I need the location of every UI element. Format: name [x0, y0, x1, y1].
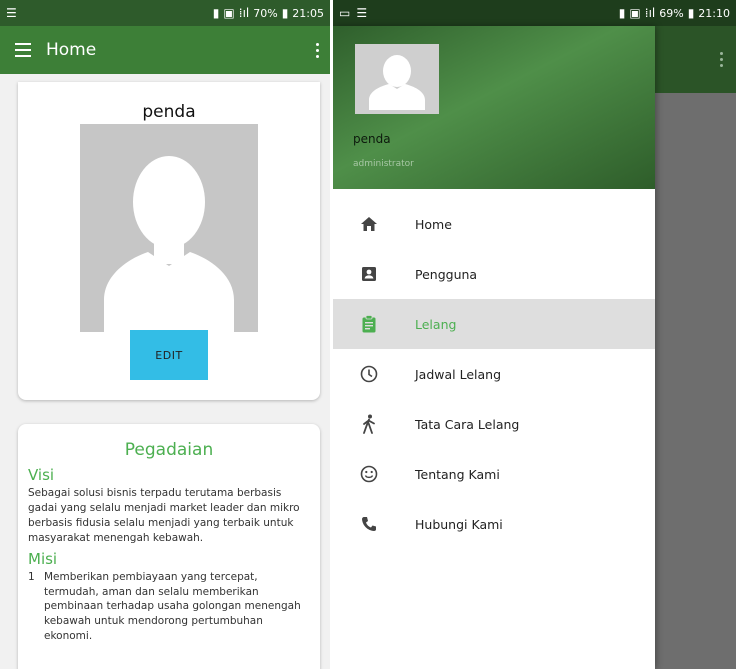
walking-person-icon: [333, 414, 405, 434]
notification-list-icon: ☰: [356, 6, 368, 20]
status-time: 21:10: [698, 6, 730, 20]
phone-icon: [333, 516, 405, 532]
visi-text: Sebagai solusi bisnis terpadu terutama b…: [28, 487, 300, 544]
menu-item-label: Hubungi Kami: [415, 516, 503, 532]
menu-item-label: Home: [415, 216, 452, 232]
avatar-placeholder-icon: [80, 124, 258, 332]
misi-list-item: 1 Memberikan pembiayaan yang tercepat, t…: [28, 570, 310, 645]
drawer-avatar-icon: [355, 44, 439, 114]
more-options-icon[interactable]: [716, 26, 726, 93]
profile-card: penda EDIT: [18, 82, 320, 400]
sim-icon: ▮: [212, 6, 220, 20]
screenshot-notification-icon: ▭: [339, 6, 351, 20]
notification-list-icon: ☰: [6, 6, 17, 20]
battery-percent: 70%: [253, 6, 278, 20]
status-bar: ☰ ▮ ▣ ⁞ıl 70% ▮ 21:05: [0, 0, 330, 26]
signal-icon: ⁞ıl: [644, 6, 656, 20]
navigation-drawer: penda administrator Home Pengguna Lelang…: [333, 26, 655, 669]
menu-item-pengguna[interactable]: Pengguna: [333, 249, 655, 299]
menu-item-hubungi-kami[interactable]: Hubungi Kami: [333, 499, 655, 549]
menu-item-tata-cara-lelang[interactable]: Tata Cara Lelang: [333, 399, 655, 449]
app-bar: Home: [0, 26, 330, 74]
menu-hamburger-icon[interactable]: [0, 26, 46, 74]
company-info-card: Pegadaian Visi Sebagai solusi bisnis ter…: [18, 424, 320, 669]
drawer-user-name: penda: [353, 132, 391, 146]
menu-item-label: Lelang: [415, 316, 457, 332]
left-phone-screen: ☰ ▮ ▣ ⁞ıl 70% ▮ 21:05 Home penda EDIT Pe…: [0, 0, 330, 669]
clipboard-icon: [333, 315, 405, 333]
sim-icon: ▮: [618, 6, 626, 20]
menu-item-jadwal-lelang[interactable]: Jadwal Lelang: [333, 349, 655, 399]
company-title: Pegadaian: [124, 440, 214, 460]
menu-item-label: Jadwal Lelang: [415, 366, 502, 382]
profile-name: penda: [142, 102, 196, 122]
misi-heading: Misi: [28, 549, 58, 568]
smiley-icon: [333, 465, 405, 483]
signal-icon: ⁞ıl: [238, 6, 250, 20]
visi-heading: Visi: [28, 466, 55, 484]
more-options-icon[interactable]: [304, 26, 330, 74]
menu-item-lelang[interactable]: Lelang: [333, 299, 655, 349]
drawer-header: penda administrator: [333, 26, 655, 189]
status-time: 21:05: [292, 6, 324, 20]
battery-icon: ▮: [281, 6, 289, 20]
menu-item-home[interactable]: Home: [333, 199, 655, 249]
menu-item-label: Pengguna: [415, 266, 478, 282]
battery-icon: ▮: [687, 6, 695, 20]
image-notification-icon: ▣: [629, 6, 641, 20]
screenshot-root: ☰ ▮ ▣ ⁞ıl 70% ▮ 21:05 Home penda EDIT Pe…: [0, 0, 736, 669]
drawer-user-role: administrator: [353, 159, 414, 169]
clock-icon: [333, 365, 405, 383]
battery-percent: 69%: [659, 6, 684, 20]
right-phone-screen: ▭ ☰ ▮ ▣ ⁞ıl 69% ▮ 21:10 penda administra…: [333, 0, 736, 669]
menu-item-tentang-kami[interactable]: Tentang Kami: [333, 449, 655, 499]
misi-item-number: 1: [28, 570, 35, 583]
menu-item-label: Tentang Kami: [415, 466, 500, 482]
misi-item-text: Memberikan pembiayaan yang tercepat, ter…: [44, 570, 301, 643]
image-notification-icon: ▣: [223, 6, 235, 20]
home-icon: [333, 216, 405, 232]
drawer-menu: Home Pengguna Lelang Jadwal Lelang Tata …: [333, 199, 655, 549]
account-box-icon: [333, 266, 405, 282]
status-bar: ▭ ☰ ▮ ▣ ⁞ıl 69% ▮ 21:10: [333, 0, 736, 26]
app-bar-title: Home: [46, 40, 97, 60]
menu-item-label: Tata Cara Lelang: [415, 416, 520, 432]
edit-profile-button[interactable]: EDIT: [130, 330, 208, 380]
